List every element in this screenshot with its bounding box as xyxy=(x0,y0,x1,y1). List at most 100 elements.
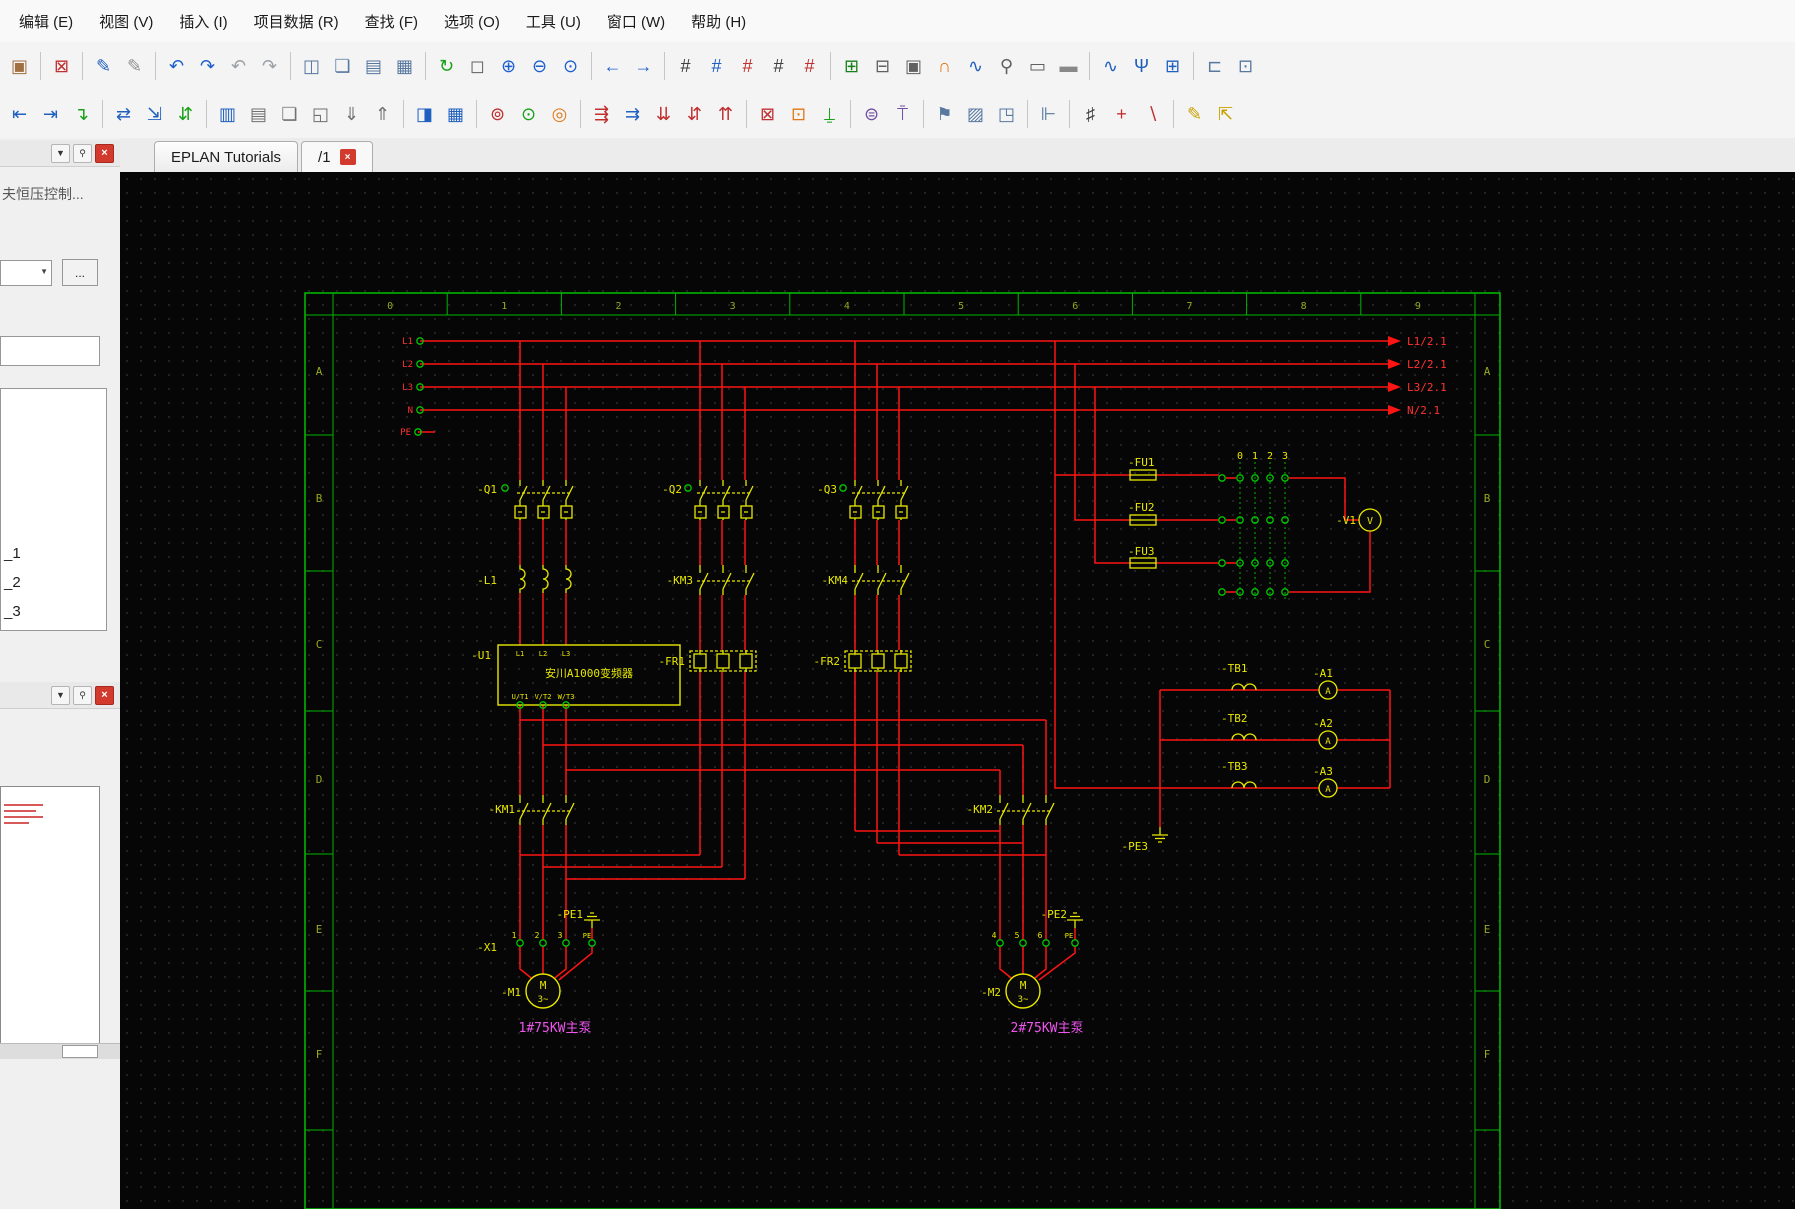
symbol-thermal3[interactable] xyxy=(844,649,912,673)
schematic-label[interactable]: 1 xyxy=(1252,451,1258,462)
schematic-label[interactable]: -M1 xyxy=(501,986,521,999)
delete-placeholder-icon[interactable]: ⊠ xyxy=(47,52,76,81)
net-grid-icon[interactable]: ⊞ xyxy=(1158,52,1187,81)
terminal-point[interactable] xyxy=(539,939,547,947)
schematic-label[interactable]: V xyxy=(1367,516,1373,527)
frame-column-label[interactable]: 2 xyxy=(615,301,621,312)
menu-item-4[interactable]: 查找 (F) xyxy=(352,6,431,37)
terminal-point[interactable] xyxy=(562,939,570,947)
page-back-icon[interactable]: ⇤ xyxy=(5,100,34,129)
frame-row-label[interactable]: A xyxy=(316,365,323,378)
diagonal-line-icon[interactable]: ∖ xyxy=(1138,100,1167,129)
schematic-label[interactable]: -TB3 xyxy=(1221,760,1248,773)
schematic-label[interactable]: L3 xyxy=(402,383,413,393)
title-block-icon[interactable]: ⊩ xyxy=(1034,100,1063,129)
potential-point-icon[interactable]: ⍊ xyxy=(815,100,844,129)
new-window-icon[interactable]: ◫ xyxy=(297,52,326,81)
insert-pin-icon[interactable]: ⚲ xyxy=(992,52,1021,81)
design-mode-icon[interactable]: ▣ xyxy=(899,52,928,81)
import-page-icon[interactable]: ⇓ xyxy=(337,100,366,129)
list-view-icon[interactable]: ▥ xyxy=(213,100,242,129)
schematic-label[interactable]: L1/2.1 xyxy=(1407,335,1447,348)
sync-selection-icon[interactable]: ⇵ xyxy=(171,100,200,129)
schematic-label[interactable]: L2/2.1 xyxy=(1407,358,1447,371)
menu-item-6[interactable]: 工具 (U) xyxy=(513,6,594,37)
forward-icon[interactable]: → xyxy=(629,52,658,81)
page-forward-icon[interactable]: ⇥ xyxy=(36,100,65,129)
menu-item-7[interactable]: 窗口 (W) xyxy=(594,6,678,37)
page-properties-icon[interactable]: ◱ xyxy=(306,100,335,129)
delete-point-icon[interactable]: ⊠ xyxy=(753,100,782,129)
schematic-label[interactable]: W/T3 xyxy=(558,693,575,701)
text-size-icon[interactable]: ▭ xyxy=(1023,52,1052,81)
schematic-label[interactable]: 1#75KW主泵 xyxy=(519,1021,592,1036)
symbol-fuse[interactable] xyxy=(1129,557,1157,569)
symbol-coil3[interactable] xyxy=(519,564,572,594)
schematic-label[interactable]: -FR2 xyxy=(814,655,841,668)
device-tag-icon[interactable]: ⊙ xyxy=(514,100,543,129)
schematic-label[interactable]: -TB2 xyxy=(1221,712,1248,725)
connection-numbering-icon[interactable]: ⇊ xyxy=(649,100,678,129)
terminal-point[interactable] xyxy=(996,939,1004,947)
schematic-label[interactable]: 0 xyxy=(1237,451,1243,462)
terminal-point[interactable] xyxy=(1218,588,1226,596)
plug-definition-icon[interactable]: ⊜ xyxy=(857,100,886,129)
page-preview-icon[interactable]: ▤ xyxy=(359,52,388,81)
symbol-breaker3[interactable] xyxy=(849,479,909,521)
undo-icon[interactable]: ↶ xyxy=(162,52,191,81)
schematic-label[interactable]: A xyxy=(1325,785,1331,795)
frame-column-label[interactable]: 7 xyxy=(1186,301,1192,312)
refresh-view-icon[interactable]: ↻ xyxy=(432,52,461,81)
goto-definition-icon[interactable]: ⇲ xyxy=(140,100,169,129)
frame-row-label[interactable]: C xyxy=(316,638,323,651)
schematic-label[interactable]: L3 xyxy=(562,650,570,658)
dashed-region-icon[interactable]: ◳ xyxy=(992,100,1021,129)
frame-row-label[interactable]: A xyxy=(1484,365,1491,378)
schematic-label[interactable]: -A3 xyxy=(1313,765,1333,778)
filter-select[interactable]: ▼ xyxy=(0,260,52,286)
filter-input[interactable] xyxy=(0,336,100,366)
schematic-label[interactable]: L3/2.1 xyxy=(1407,381,1447,394)
tree-item[interactable]: _3 xyxy=(1,597,106,626)
schematic-label[interactable]: 安川A1000变频器 xyxy=(545,666,633,680)
menu-item-1[interactable]: 视图 (V) xyxy=(86,6,166,37)
frame-row-label[interactable]: E xyxy=(316,923,323,936)
tab-close-icon[interactable]: × xyxy=(339,149,356,165)
terminal-point[interactable] xyxy=(839,484,847,492)
panel-collapse-icon[interactable]: ▼ xyxy=(51,143,70,163)
schematic-label[interactable]: 3 xyxy=(558,931,563,940)
terminal-point[interactable] xyxy=(516,939,524,947)
schematic-label[interactable]: -FR1 xyxy=(659,655,686,668)
schematic-label[interactable]: -Q1 xyxy=(477,483,497,496)
schematic-label[interactable]: 2 xyxy=(1267,451,1273,462)
grid-size-c-icon[interactable]: # xyxy=(733,52,762,81)
terminal-point[interactable] xyxy=(501,484,509,492)
grid-size-b-icon[interactable]: # xyxy=(702,52,731,81)
schematic-label[interactable]: -Q2 xyxy=(662,483,682,496)
new-page-icon[interactable]: ▤ xyxy=(244,100,273,129)
schematic-label[interactable]: A xyxy=(1325,737,1331,747)
table-view-icon[interactable]: ▦ xyxy=(390,52,419,81)
terminal-point[interactable] xyxy=(684,484,692,492)
schematic-label[interactable]: 3 xyxy=(1282,451,1288,462)
align-box-icon[interactable]: ⊡ xyxy=(1231,52,1260,81)
interruption-point-icon[interactable]: ⊡ xyxy=(784,100,813,129)
symbol-contactor3[interactable] xyxy=(516,794,575,826)
copy-page-icon[interactable]: ❏ xyxy=(275,100,304,129)
format-painter-icon[interactable]: ✎ xyxy=(89,52,118,81)
symbol-contactor3[interactable] xyxy=(996,794,1055,826)
schematic-label[interactable]: 1 xyxy=(512,931,517,940)
frame-column-label[interactable]: 5 xyxy=(958,301,964,312)
schematic-label[interactable]: V/T2 xyxy=(535,693,552,701)
schematic-label[interactable]: -TB1 xyxy=(1221,662,1248,675)
schematic-label[interactable]: M xyxy=(540,979,547,992)
pointer-mode-icon[interactable]: ⇱ xyxy=(1211,100,1240,129)
schematic-label[interactable]: A xyxy=(1325,687,1331,697)
symbol-ct[interactable] xyxy=(1231,683,1257,691)
schematic-label[interactable]: -FU2 xyxy=(1128,501,1155,514)
menu-item-8[interactable]: 帮助 (H) xyxy=(678,6,759,37)
schematic-label[interactable]: PE xyxy=(583,932,591,940)
schematic-label[interactable]: 6 xyxy=(1038,931,1043,940)
terminal-point[interactable] xyxy=(1042,939,1050,947)
frame-row-label[interactable]: B xyxy=(316,492,323,505)
